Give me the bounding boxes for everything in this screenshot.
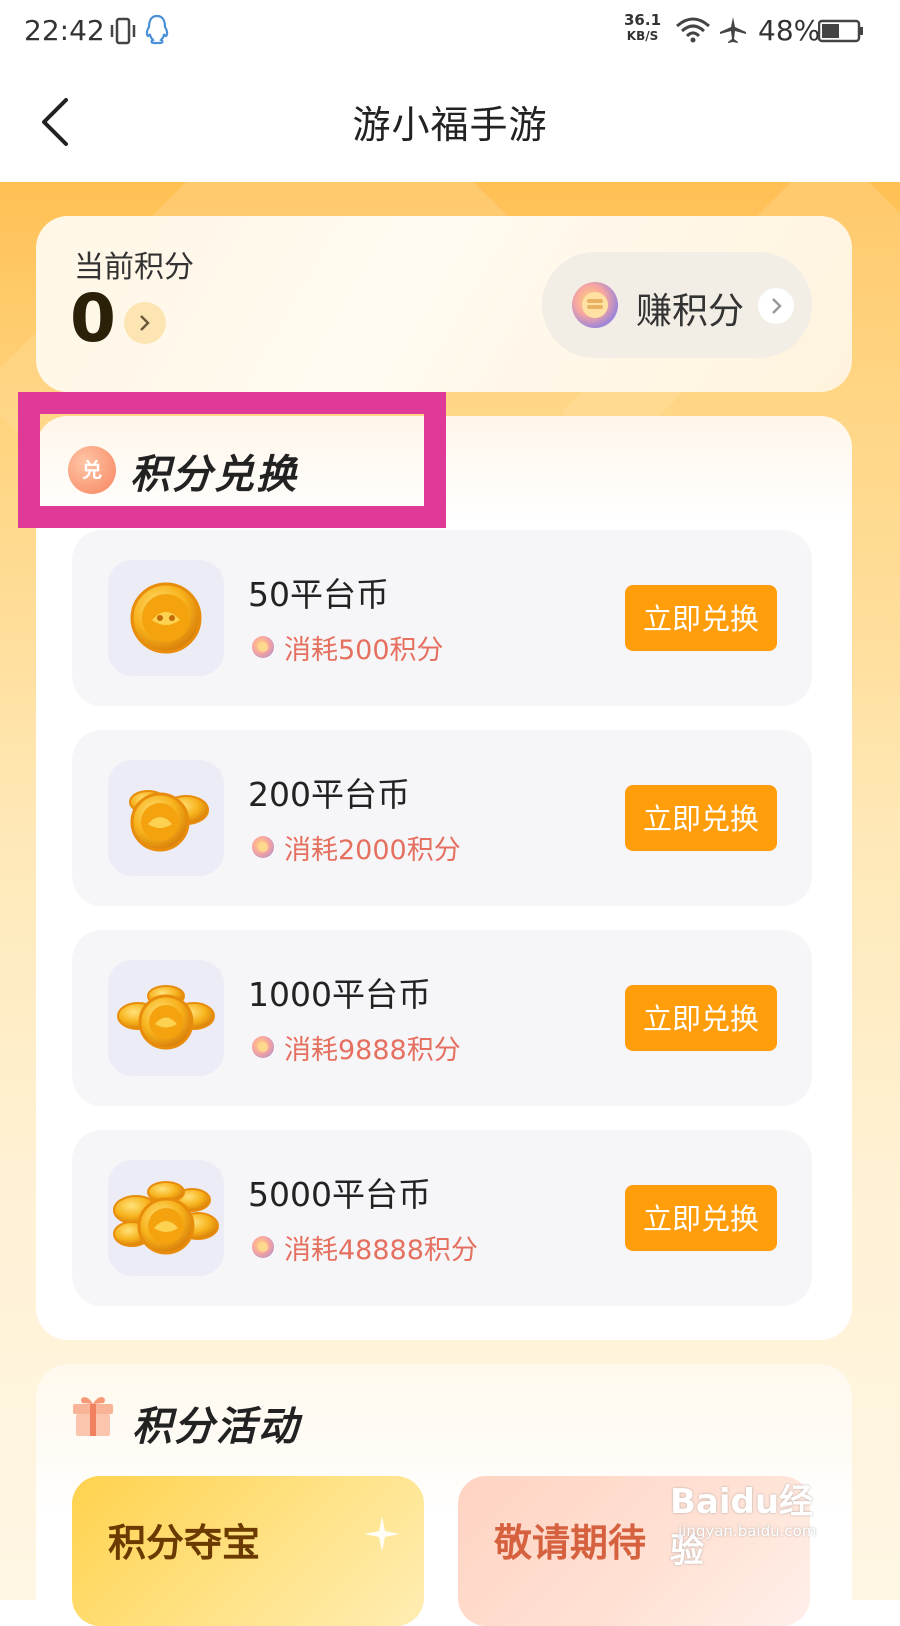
item-name: 5000平台币 bbox=[248, 1175, 431, 1214]
coin-pair-icon bbox=[108, 760, 224, 876]
points-card: 当前积分 0 赚积分 bbox=[36, 216, 852, 392]
earn-points-label: 赚积分 bbox=[636, 291, 745, 332]
points-coin-icon bbox=[252, 1236, 274, 1258]
points-coin-icon bbox=[252, 836, 274, 858]
exchange-item: 200平台币 消耗2000积分 立即兑换 bbox=[72, 730, 812, 906]
airplane-mode-icon bbox=[720, 17, 746, 43]
tile-label: 敬请期待 bbox=[494, 1521, 647, 1565]
gift-icon bbox=[73, 1397, 113, 1436]
item-name: 50平台币 bbox=[248, 575, 389, 614]
coin-triple-icon bbox=[108, 960, 224, 1076]
earn-arrow bbox=[758, 288, 794, 324]
battery-icon bbox=[818, 19, 863, 43]
redeem-button[interactable]: 立即兑换 bbox=[625, 785, 777, 851]
points-exchange-card: 兑 积分兑换 50平台币 消耗500积分 立即兑换 200平台币 消耗2000积… bbox=[36, 416, 852, 1340]
redeem-button[interactable]: 立即兑换 bbox=[625, 585, 777, 651]
points-value: 0 bbox=[70, 280, 116, 357]
network-speed-unit: KB/S bbox=[626, 29, 659, 43]
coin-single-icon bbox=[108, 560, 224, 676]
network-speed: 36.1 KB/S bbox=[624, 12, 661, 44]
chevron-right-icon bbox=[772, 298, 782, 314]
exchange-item: 5000平台币 消耗48888积分 立即兑换 bbox=[72, 1130, 812, 1306]
activity-title: 积分活动 bbox=[132, 1404, 300, 1450]
watermark-url: jingyan.baidu.com bbox=[678, 1522, 817, 1540]
battery-percent: 48% bbox=[758, 14, 821, 47]
points-coin-icon bbox=[252, 636, 274, 658]
sparkle-icon bbox=[364, 1516, 400, 1552]
redeem-button[interactable]: 立即兑换 bbox=[625, 985, 777, 1051]
points-coin-icon bbox=[572, 282, 618, 328]
item-cost: 消耗500积分 bbox=[284, 635, 444, 666]
treasure-tile[interactable]: 积分夺宝 bbox=[72, 1476, 424, 1626]
chevron-right-icon bbox=[140, 315, 150, 331]
vibrate-icon bbox=[110, 17, 136, 45]
exchange-item: 50平台币 消耗500积分 立即兑换 bbox=[72, 530, 812, 706]
highlight-annotation-box bbox=[18, 392, 446, 528]
item-cost: 消耗9888积分 bbox=[284, 1035, 461, 1066]
page-title: 游小福手游 bbox=[352, 103, 548, 147]
coin-pile-icon bbox=[108, 1160, 224, 1276]
network-speed-value: 36.1 bbox=[624, 11, 662, 29]
item-cost: 消耗48888积分 bbox=[284, 1235, 478, 1266]
status-time: 22:42 bbox=[24, 14, 105, 47]
item-cost: 消耗2000积分 bbox=[284, 835, 461, 866]
exchange-item: 1000平台币 消耗9888积分 立即兑换 bbox=[72, 930, 812, 1106]
tile-label: 积分夺宝 bbox=[108, 1521, 261, 1565]
qq-icon bbox=[145, 14, 169, 45]
points-detail-button[interactable] bbox=[124, 302, 166, 344]
watermark: Baidu经验 jingyan.baidu.com bbox=[670, 1474, 840, 1571]
redeem-button[interactable]: 立即兑换 bbox=[625, 1185, 777, 1251]
status-bar: 22:42 36.1 KB/S 48% bbox=[0, 0, 900, 64]
item-name: 1000平台币 bbox=[248, 975, 431, 1014]
earn-points-button[interactable]: 赚积分 bbox=[542, 252, 812, 358]
points-coin-icon bbox=[252, 1036, 274, 1058]
nav-bar: 游小福手游 bbox=[0, 64, 900, 182]
wifi-icon bbox=[676, 17, 710, 43]
item-name: 200平台币 bbox=[248, 775, 410, 814]
